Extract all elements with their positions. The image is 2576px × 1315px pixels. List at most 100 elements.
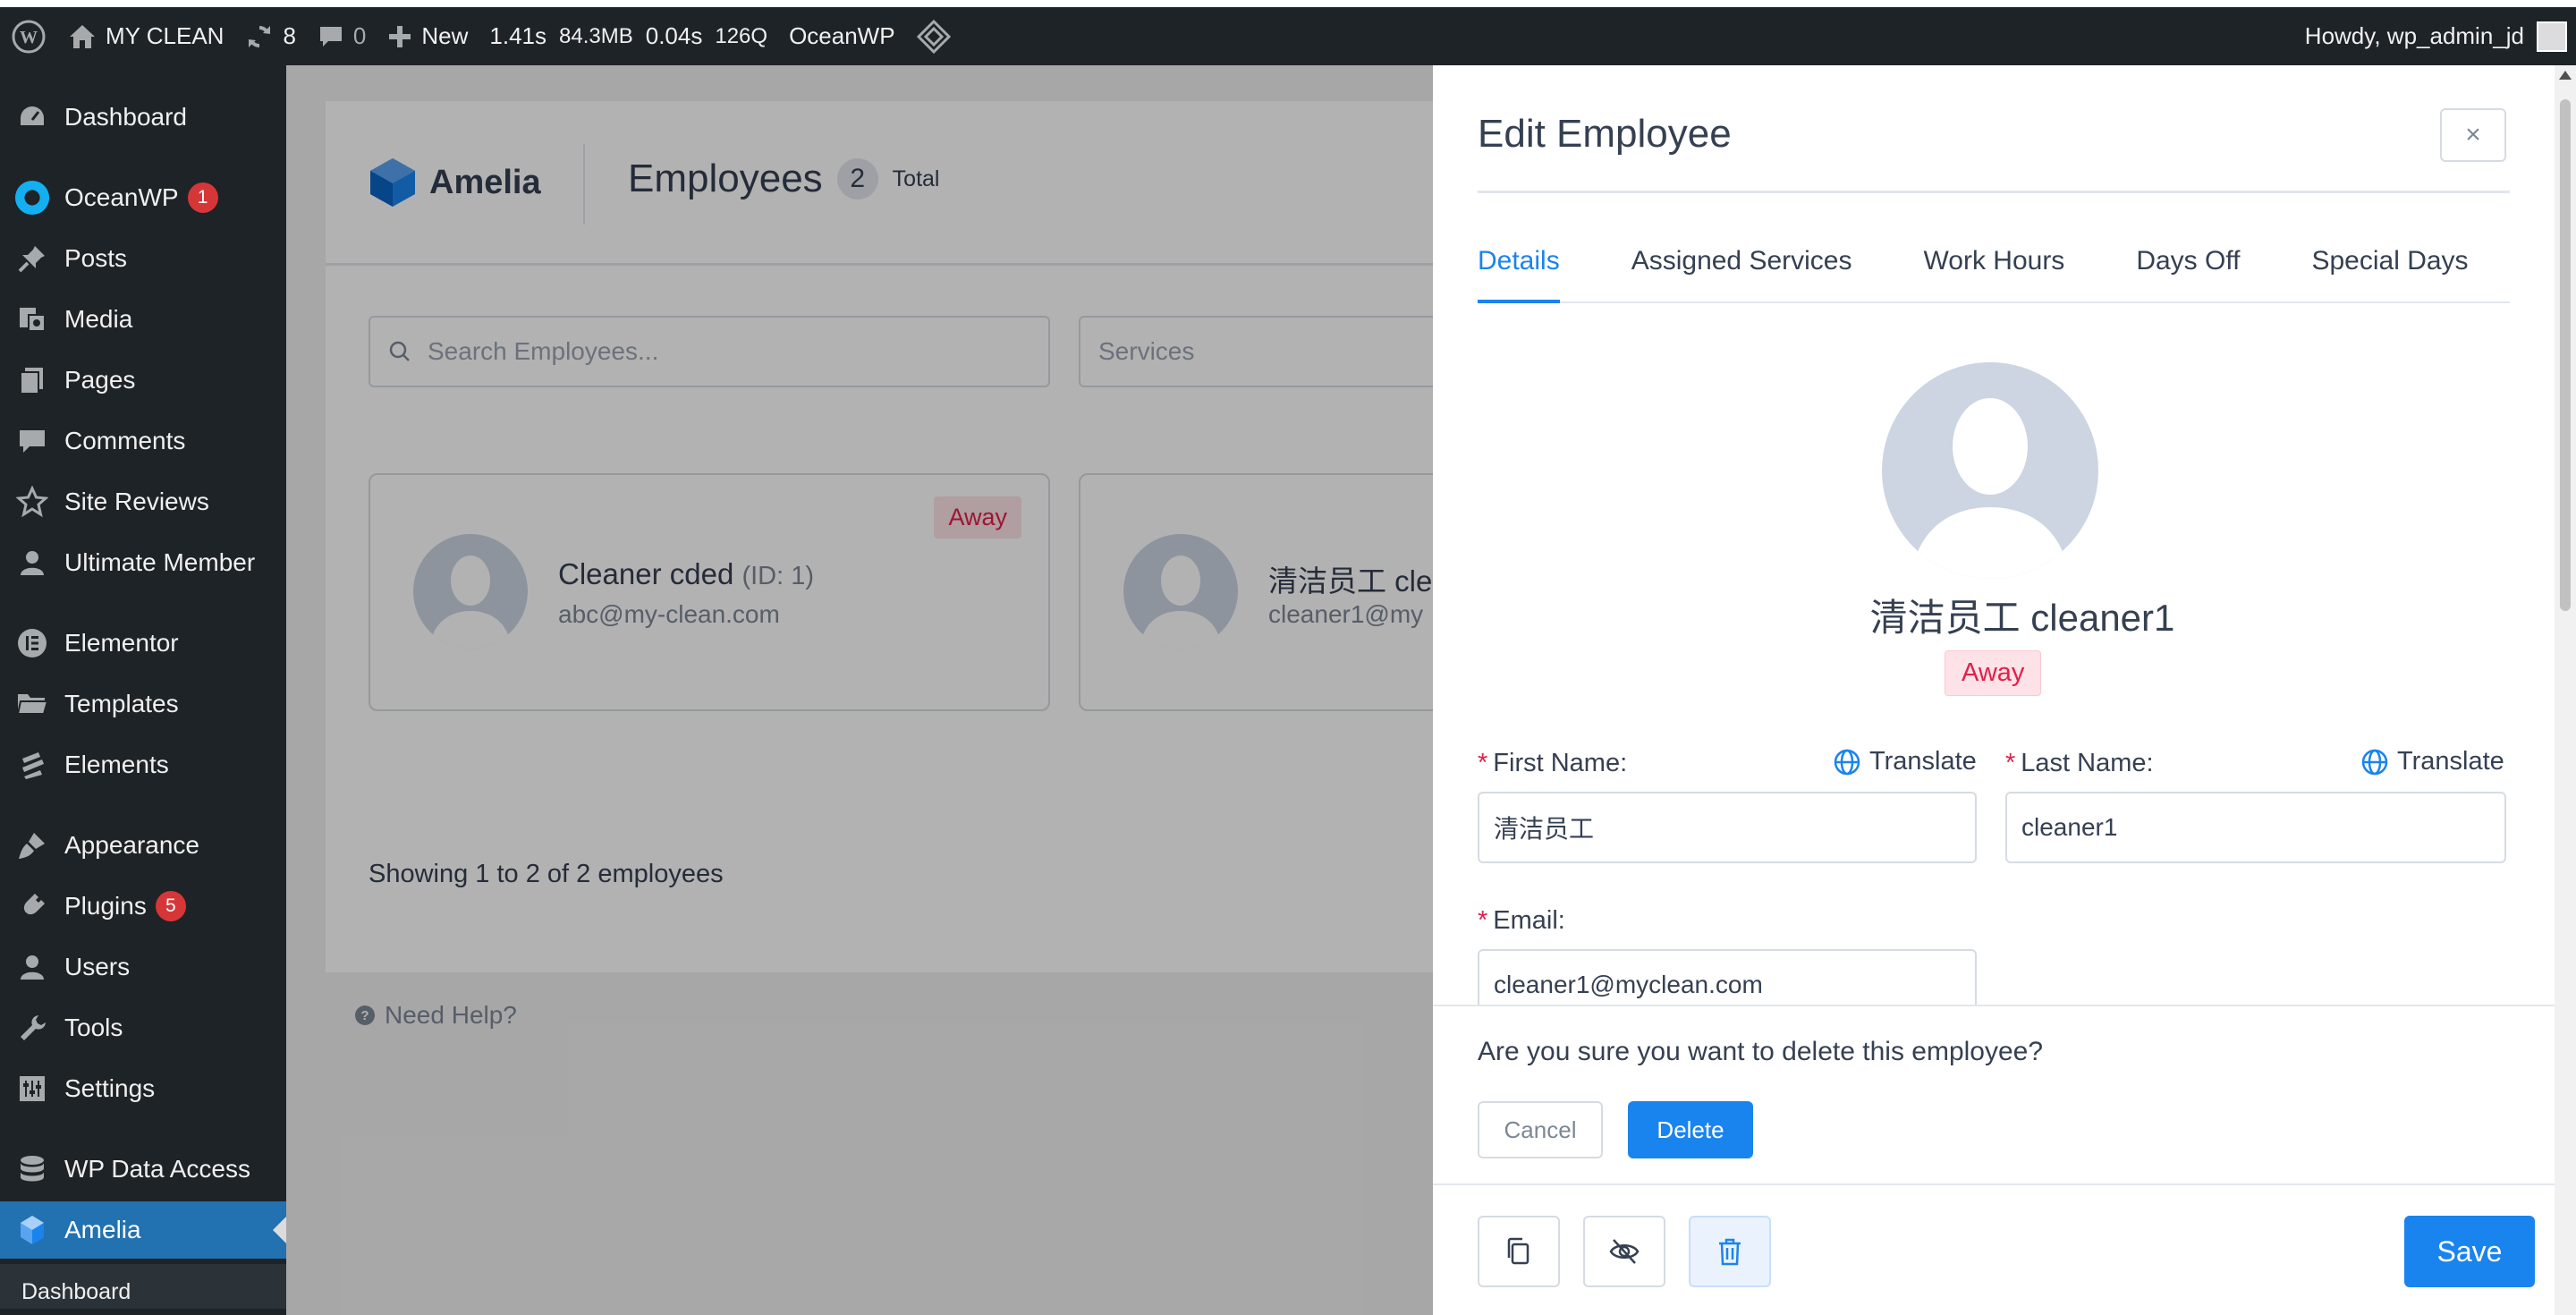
sidebar-item-label: Templates	[64, 690, 179, 717]
first-name-translate-button[interactable]: Translate	[1834, 747, 1977, 776]
sidebar-item-label: Dashboard	[64, 103, 187, 131]
tab-days-off[interactable]: Days Off	[2136, 241, 2240, 303]
required-mark: *	[1478, 906, 1488, 935]
sidebar-item-label: Elements	[64, 751, 169, 778]
sidebar-item-label: Ultimate Member	[64, 548, 256, 576]
drawer-tabs: Details Assigned Services Work Hours Day…	[1478, 241, 2510, 303]
sidebar-item-amelia[interactable]: Amelia	[0, 1201, 286, 1259]
sidebar-item-label: Elementor	[64, 629, 179, 657]
sidebar-item-label: Amelia	[64, 1216, 141, 1243]
sidebar-item-media[interactable]: Media	[0, 291, 286, 348]
new-label: New	[421, 22, 469, 49]
sidebar-item-wp-data-access[interactable]: WP Data Access	[0, 1141, 286, 1198]
updates-button[interactable]: 8	[234, 7, 306, 65]
scroll-up-icon[interactable]	[2559, 71, 2572, 80]
update-badge: 1	[187, 182, 218, 213]
diamond-menu-button[interactable]	[906, 7, 962, 65]
oceanwp-icon	[14, 180, 50, 216]
modal-overlay[interactable]	[286, 65, 1433, 1315]
email-label: * Email:	[1478, 906, 1565, 936]
comment-icon	[319, 26, 342, 47]
submenu-item-dashboard[interactable]: Dashboard	[0, 1264, 286, 1309]
query-monitor-button[interactable]: 1.41s 84.3MB 0.04s 126Q	[479, 7, 778, 65]
scroll-thumb[interactable]	[2560, 99, 2571, 611]
close-icon: ×	[2465, 120, 2481, 149]
sidebar-item-label: Plugins	[64, 892, 147, 920]
theme-label: OceanWP	[789, 22, 895, 49]
dashboard-icon	[14, 99, 50, 135]
comment-icon	[14, 423, 50, 459]
cancel-button[interactable]: Cancel	[1478, 1101, 1603, 1158]
sidebar-item-label: Settings	[64, 1074, 156, 1102]
user-icon	[14, 949, 50, 985]
sidebar-item-site-reviews[interactable]: Site Reviews	[0, 473, 286, 530]
qm-time: 1.41s	[489, 22, 547, 49]
database-icon	[14, 1151, 50, 1187]
sidebar-item-posts[interactable]: Posts	[0, 230, 286, 287]
translate-label: Translate	[1869, 747, 1977, 776]
refresh-icon	[249, 25, 271, 47]
status-badge: Away	[1945, 650, 2042, 696]
theme-menu-button[interactable]: OceanWP	[778, 7, 906, 65]
drawer-scrollbar[interactable]	[2555, 65, 2576, 1315]
qm-queries: 126Q	[715, 23, 768, 48]
sidebar-item-label: Pages	[64, 366, 136, 394]
delete-icon-button[interactable]	[1689, 1216, 1771, 1287]
edit-employee-drawer: Edit Employee × Details Assigned Service…	[1433, 65, 2576, 1315]
save-button[interactable]: Save	[2404, 1216, 2535, 1287]
account-menu[interactable]: Howdy, wp_admin_jd	[2305, 7, 2567, 65]
tab-special-days[interactable]: Special Days	[2311, 241, 2468, 303]
tab-details[interactable]: Details	[1478, 241, 1560, 303]
sidebar-item-plugins[interactable]: Plugins 5	[0, 878, 286, 935]
star-icon	[14, 484, 50, 520]
sidebar-item-oceanwp[interactable]: OceanWP 1	[0, 169, 286, 226]
pin-icon	[14, 241, 50, 276]
drawer-footer: Save	[1433, 1184, 2576, 1315]
wp-logo-button[interactable]: W	[0, 7, 57, 65]
confirm-message: Are you sure you want to delete this emp…	[1478, 1037, 2044, 1066]
tab-work-hours[interactable]: Work Hours	[1924, 241, 2065, 303]
pages-icon	[14, 362, 50, 398]
trash-icon	[1719, 1238, 1741, 1266]
sidebar-item-templates[interactable]: Templates	[0, 675, 286, 733]
sidebar-item-elementor[interactable]: Elementor	[0, 615, 286, 672]
sidebar-item-dashboard[interactable]: Dashboard	[0, 89, 286, 146]
sidebar-item-settings[interactable]: Settings	[0, 1060, 286, 1117]
tab-assigned-services[interactable]: Assigned Services	[1631, 241, 1852, 303]
employee-photo[interactable]	[1882, 362, 2098, 579]
new-content-button[interactable]: New	[377, 7, 479, 65]
globe-icon	[1834, 749, 1860, 775]
close-button[interactable]: ×	[2440, 108, 2506, 162]
required-mark: *	[1478, 749, 1488, 777]
sidebar-item-elements[interactable]: Elements	[0, 736, 286, 793]
amelia-icon	[14, 1212, 50, 1248]
top-strip	[0, 0, 2576, 7]
first-name-label: * First Name:	[1478, 749, 1627, 778]
drawer-title: Edit Employee	[1478, 112, 1732, 156]
site-name-button[interactable]: MY CLEAN	[57, 7, 234, 65]
sidebar-item-label: Site Reviews	[64, 488, 209, 515]
sidebar-item-tools[interactable]: Tools	[0, 999, 286, 1056]
wordpress-icon: W	[12, 20, 46, 53]
plus-icon	[389, 25, 411, 47]
employee-full-name: 清洁员工 cleaner1	[1869, 597, 2175, 639]
settings-icon	[14, 1071, 50, 1107]
sidebar-item-label: Comments	[64, 427, 186, 454]
last-name-translate-button[interactable]: Translate	[2361, 747, 2504, 776]
sidebar-item-ultimate-member[interactable]: Ultimate Member	[0, 534, 286, 591]
first-name-field[interactable]: 清洁员工	[1478, 792, 1977, 863]
media-icon	[14, 301, 50, 337]
sidebar-item-users[interactable]: Users	[0, 938, 286, 996]
sidebar-item-label: Media	[64, 305, 133, 333]
submenu-item-label: Dashboard	[21, 1279, 131, 1304]
duplicate-button[interactable]	[1478, 1216, 1560, 1287]
hide-button[interactable]	[1583, 1216, 1665, 1287]
sidebar-item-pages[interactable]: Pages	[0, 352, 286, 409]
sidebar-item-appearance[interactable]: Appearance	[0, 817, 286, 874]
sidebar-item-comments[interactable]: Comments	[0, 412, 286, 470]
last-name-field[interactable]: cleaner1	[2005, 792, 2506, 863]
comments-button[interactable]: 0	[307, 7, 377, 65]
qm-memory: 84.3MB	[559, 23, 633, 48]
delete-button[interactable]: Delete	[1628, 1101, 1753, 1158]
wrench-icon	[14, 1010, 50, 1046]
